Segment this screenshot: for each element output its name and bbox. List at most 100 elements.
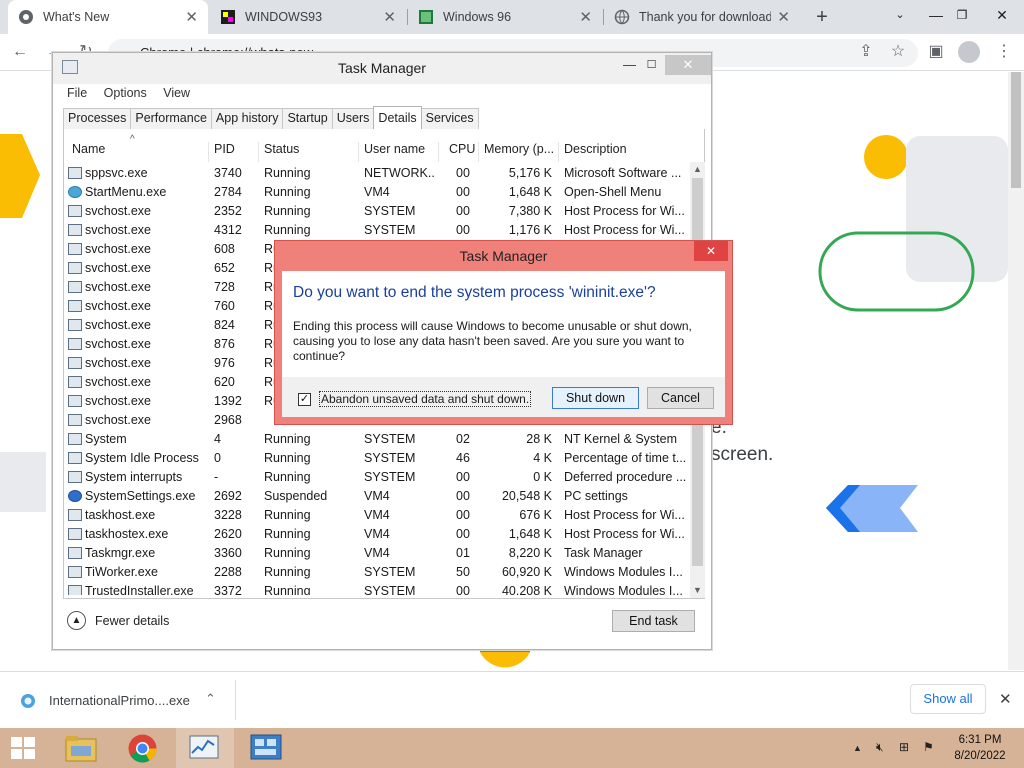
tab-processes[interactable]: Processes	[63, 108, 132, 129]
table-row[interactable]: System Idle Process 0 Running SYSTEM 46 4 K Pe…	[64, 449, 690, 468]
close-icon[interactable]: ✕	[665, 55, 711, 75]
shut-down-button[interactable]: Shut down	[552, 387, 639, 409]
process-user: SYSTEM	[364, 451, 416, 465]
menu-options[interactable]: Options	[104, 86, 147, 100]
share-icon[interactable]: ⇪	[856, 42, 876, 62]
end-task-button[interactable]: End task	[612, 610, 695, 632]
column-divider[interactable]	[258, 142, 259, 162]
column-header-memory[interactable]: Memory (p...	[484, 142, 554, 156]
bookmark-star-icon[interactable]: ☆	[888, 42, 908, 62]
table-row[interactable]: svchost.exe 2352 Running SYSTEM 00 7,380 K Hos…	[64, 202, 690, 221]
column-divider[interactable]	[358, 142, 359, 162]
new-tab-icon[interactable]: +	[811, 6, 833, 28]
side-panel-icon[interactable]: ▣	[926, 42, 946, 62]
close-tab-icon[interactable]: ✕	[777, 8, 790, 26]
back-icon[interactable]: ←	[10, 42, 30, 62]
scroll-up-icon[interactable]: ▲	[690, 162, 705, 177]
scroll-down-icon[interactable]: ▼	[690, 583, 705, 598]
restore-icon[interactable]: ❐	[944, 0, 980, 30]
column-divider[interactable]	[558, 142, 559, 162]
maximize-icon[interactable]: ☐	[638, 55, 665, 75]
profile-avatar[interactable]	[958, 41, 980, 63]
windows96-icon	[419, 10, 433, 24]
task-manager-titlebar[interactable]: Task Manager — ☐ ✕	[53, 53, 711, 84]
abandon-data-checkbox-label[interactable]: Abandon unsaved data and shut down.	[319, 391, 532, 407]
tab-whats-new[interactable]: What's New ✕	[8, 0, 208, 34]
process-description: Microsoft Software ...	[564, 166, 682, 180]
close-shelf-icon[interactable]: ✕	[999, 690, 1012, 708]
dialog-message-area: Do you want to end the system process 'w…	[282, 271, 725, 377]
tab-users[interactable]: Users	[331, 108, 375, 129]
tab-details[interactable]: Details	[373, 106, 422, 129]
column-divider[interactable]	[478, 142, 479, 162]
tab-windows93[interactable]: WINDOWS93 ✕	[210, 0, 406, 34]
table-row[interactable]: TiWorker.exe 2288 Running SYSTEM 50 60,920 K W…	[64, 563, 690, 582]
abandon-data-checkbox[interactable]: ✓	[298, 393, 311, 406]
tab-services[interactable]: Services	[420, 108, 479, 129]
tab-app-history[interactable]: App history	[210, 108, 284, 129]
taskbar: ▲ 🔇︎ ⊞ ⚑ 6:31 PM 8/20/2022	[0, 728, 1024, 768]
process-pid: 608	[214, 242, 235, 256]
tab-windows96[interactable]: Windows 96 ✕	[408, 0, 602, 34]
table-row[interactable]: System interrupts - Running SYSTEM 00 0 K Defe…	[64, 468, 690, 487]
taskbar-clock[interactable]: 6:31 PM 8/20/2022	[940, 732, 1020, 764]
tab-performance[interactable]: Performance	[130, 108, 212, 129]
close-tab-icon[interactable]: ✕	[579, 8, 592, 26]
column-header-username[interactable]: User name	[364, 142, 425, 156]
table-row[interactable]: taskhostex.exe 2620 Running VM4 00 1,648 K Hos…	[64, 525, 690, 544]
table-row[interactable]: System 4 Running SYSTEM 02 28 K NT Kernel & Sy…	[64, 430, 690, 449]
column-header-status[interactable]: Status	[264, 142, 299, 156]
tray-overflow-icon[interactable]: ▲	[853, 743, 862, 753]
table-row[interactable]: svchost.exe 4312 Running SYSTEM 00 1,176 K Hos…	[64, 221, 690, 240]
process-memory: 7,380 K	[508, 204, 552, 218]
tab-thank-you[interactable]: Thank you for download ✕	[604, 0, 800, 34]
process-memory: 5,176 K	[508, 166, 552, 180]
column-header-cpu[interactable]: CPU	[449, 142, 475, 156]
menu-bar: File Options View	[67, 86, 203, 100]
fewer-details-toggle[interactable]: ▲ Fewer details	[67, 611, 169, 630]
column-header-pid[interactable]: PID	[214, 142, 235, 156]
column-header-name[interactable]: Name	[72, 142, 105, 156]
close-icon[interactable]: ✕	[694, 241, 728, 261]
process-user: SYSTEM	[364, 584, 416, 595]
table-row[interactable]: StartMenu.exe 2784 Running VM4 00 1,648 K Open…	[64, 183, 690, 202]
table-row[interactable]: SystemSettings.exe 2692 Suspended VM4 00 20,5…	[64, 487, 690, 506]
table-row[interactable]: taskhost.exe 3228 Running VM4 00 676 K Host Pr…	[64, 506, 690, 525]
app-window-icon	[68, 528, 82, 540]
menu-file[interactable]: File	[67, 86, 87, 100]
process-description: Task Manager	[564, 546, 643, 560]
table-row[interactable]: sppsvc.exe 3740 Running NETWORK... 00 5,176 K…	[64, 164, 690, 183]
start-button[interactable]	[0, 728, 46, 768]
taskbar-task-manager[interactable]	[176, 728, 234, 768]
process-memory: 60,920 K	[501, 565, 552, 579]
network-icon[interactable]: ⊞	[899, 740, 909, 754]
cancel-button[interactable]: Cancel	[647, 387, 714, 409]
page-scrollbar[interactable]	[1008, 72, 1024, 670]
close-tab-icon[interactable]: ✕	[185, 8, 198, 26]
table-row[interactable]: TrustedInstaller.exe 3372 Running SYSTEM 00 4…	[64, 582, 690, 595]
column-divider[interactable]	[438, 142, 439, 162]
column-header-row: Name ^ PID Status User name CPU Memory (…	[64, 134, 690, 162]
show-all-button[interactable]: Show all	[910, 684, 986, 714]
close-tab-icon[interactable]: ✕	[383, 8, 396, 26]
close-window-icon[interactable]: ✕	[984, 0, 1020, 30]
taskbar-file-explorer[interactable]	[52, 728, 110, 768]
tab-startup[interactable]: Startup	[282, 108, 333, 129]
process-memory: 676 K	[519, 508, 552, 522]
column-divider[interactable]	[208, 142, 209, 162]
table-row[interactable]: Taskmgr.exe 3360 Running VM4 01 8,220 K Task M…	[64, 544, 690, 563]
menu-kebab-icon[interactable]: ⋮	[994, 42, 1014, 62]
process-status: Suspended	[264, 489, 328, 503]
action-center-icon[interactable]: ⚑	[923, 740, 934, 754]
chevron-up-icon[interactable]: ⌃	[205, 691, 216, 707]
tab-search-icon[interactable]: ⌄	[882, 0, 918, 30]
app-window-icon	[68, 585, 82, 595]
menu-view[interactable]: View	[163, 86, 190, 100]
taskbar-control-panel[interactable]	[238, 728, 296, 768]
column-header-description[interactable]: Description	[564, 142, 627, 156]
download-filename[interactable]: InternationalPrimo....exe	[49, 693, 190, 708]
scrollbar-thumb[interactable]	[1011, 72, 1021, 188]
taskbar-chrome[interactable]	[114, 728, 172, 768]
chrome-icon	[19, 10, 33, 24]
volume-muted-icon[interactable]: 🔇︎	[876, 740, 884, 755]
